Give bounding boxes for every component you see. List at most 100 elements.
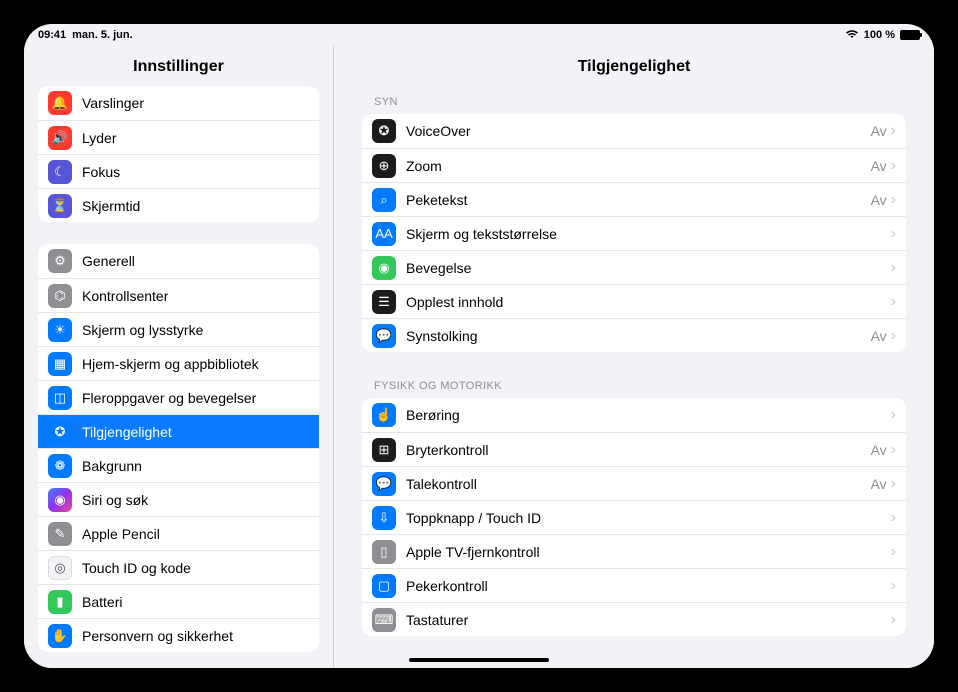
sidebar-item-label: Hjem-skjerm og appbibliotek xyxy=(82,356,259,372)
chevron-right-icon: › xyxy=(891,442,896,458)
detail-row-label: Apple TV-fjernkontroll xyxy=(406,544,540,560)
peketekst-icon: ⌕ xyxy=(372,188,396,212)
synstolking-icon: 💬 xyxy=(372,324,396,348)
sidebar-item-label: Fokus xyxy=(82,164,120,180)
sidebar-item-lyder[interactable]: 🔊Lyder xyxy=(38,120,319,154)
status-bar: 09:41 man. 5. jun. 100 % xyxy=(24,24,934,46)
sidebar-item-bakgrunn[interactable]: ❁ Bakgrunn xyxy=(38,448,319,482)
chevron-right-icon: › xyxy=(891,226,896,242)
detail-row-pekerkontroll[interactable]: ▢Pekerkontroll› xyxy=(362,568,906,602)
detail-row-status: Av xyxy=(871,192,887,208)
voiceover-icon: ✪ xyxy=(372,119,396,143)
detail-row-label: Synstolking xyxy=(406,328,478,344)
detail-row-status: Av xyxy=(871,442,887,458)
chevron-right-icon: › xyxy=(891,123,896,139)
sidebar-item-label: Tilgjengelighet xyxy=(82,424,172,440)
detail-row-opplest-innhold[interactable]: ☰ Opplest innhold › xyxy=(362,284,906,318)
sidebar-item-fokus[interactable]: ☾Fokus xyxy=(38,154,319,188)
sidebar-item-kontrollsenter[interactable]: ⌬Kontrollsenter xyxy=(38,278,319,312)
chevron-right-icon: › xyxy=(891,612,896,628)
sidebar-item-touch-id-og-kode[interactable]: ◎Touch ID og kode xyxy=(38,550,319,584)
sidebar-item-personvern-og-sikkerhet[interactable]: ✋Personvern og sikkerhet xyxy=(38,618,319,652)
detail-row-status: Av xyxy=(871,476,887,492)
sidebar-item-batteri[interactable]: ▮Batteri xyxy=(38,584,319,618)
bakgrunn-icon: ❁ xyxy=(48,454,72,478)
siri-og-s-k-icon: ◉ xyxy=(48,488,72,512)
detail-row-apple-tv-fjernkontroll[interactable]: ▯ Apple TV-fjernkontroll › xyxy=(362,534,906,568)
home-indicator[interactable] xyxy=(409,658,549,662)
chevron-right-icon: › xyxy=(891,544,896,560)
sidebar-item-label: Apple Pencil xyxy=(82,526,160,542)
wifi-icon xyxy=(845,29,859,42)
apple-pencil-icon: ✎ xyxy=(48,522,72,546)
section-header-fysikk-og-motorikk: FYSIKK OG MOTORIKK xyxy=(362,374,906,398)
statusbar-date: man. 5. jun. xyxy=(72,29,133,41)
detail-row-status: Av xyxy=(871,123,887,139)
detail-row-label: Talekontroll xyxy=(406,476,477,492)
fleroppgaver-og-bevegelser-icon: ◫ xyxy=(48,386,72,410)
detail-row-label: Zoom xyxy=(406,158,442,174)
sidebar-item-label: Skjerm og lysstyrke xyxy=(82,322,203,338)
toppknapp-touch-id-icon: ⇩ xyxy=(372,506,396,530)
sidebar-item-label: Batteri xyxy=(82,594,122,610)
tastaturer-icon: ⌨ xyxy=(372,608,396,632)
chevron-right-icon: › xyxy=(891,328,896,344)
sidebar-item-label: Kontrollsenter xyxy=(82,288,168,304)
sidebar-item-label: Varslinger xyxy=(82,95,144,111)
skjerm-og-lysstyrke-icon: ☀ xyxy=(48,318,72,342)
skjerm-og-tekstst-rrelse-icon: AA xyxy=(372,222,396,246)
detail-row-zoom[interactable]: ⊕ZoomAv› xyxy=(362,148,906,182)
sidebar-item-generell[interactable]: ⚙Generell xyxy=(38,244,319,278)
detail-row-synstolking[interactable]: 💬 Synstolking Av› xyxy=(362,318,906,352)
detail-row-status: Av xyxy=(871,158,887,174)
opplest-innhold-icon: ☰ xyxy=(372,290,396,314)
sidebar-item-skjermtid[interactable]: ⏳Skjermtid xyxy=(38,188,319,222)
hjem-skjerm-og-appbibliotek-icon: ▦ xyxy=(48,352,72,376)
detail-row-label: Pekerkontroll xyxy=(406,578,488,594)
chevron-right-icon: › xyxy=(891,294,896,310)
detail-scroll[interactable]: SYN✪VoiceOverAv›⊕ZoomAv›⌕PeketekstAv›AAS… xyxy=(334,90,934,668)
sidebar-item-hjem-skjerm-og-appbibliotek[interactable]: ▦ Hjem-skjerm og appbibliotek xyxy=(38,346,319,380)
detail-row-ber-ring[interactable]: ☝Berøring› xyxy=(362,398,906,432)
detail-row-bevegelse[interactable]: ◉Bevegelse› xyxy=(362,250,906,284)
detail-row-label: Tastaturer xyxy=(406,612,468,628)
sidebar-item-fleroppgaver-og-bevegelser[interactable]: ◫Fleroppgaver og bevegelser xyxy=(38,380,319,414)
detail-row-toppknapp-touch-id[interactable]: ⇩Toppknapp / Touch ID› xyxy=(362,500,906,534)
sidebar-item-label: Generell xyxy=(82,253,135,269)
detail-row-bryterkontroll[interactable]: ⊞BryterkontrollAv› xyxy=(362,432,906,466)
apple-tv-fjernkontroll-icon: ▯ xyxy=(372,540,396,564)
chevron-right-icon: › xyxy=(891,158,896,174)
sidebar-group-2: ⚙Generell⌬Kontrollsenter ☀ Skjerm og lysst… xyxy=(38,244,319,652)
detail-row-voiceover[interactable]: ✪VoiceOverAv› xyxy=(362,114,906,148)
sidebar-item-label: Skjermtid xyxy=(82,198,140,214)
sidebar-item-apple-pencil[interactable]: ✎ Apple Pencil xyxy=(38,516,319,550)
sidebar-item-tilgjengelighet[interactable]: ✪Tilgjengelighet xyxy=(38,414,319,448)
detail-row-status: Av xyxy=(871,328,887,344)
lyder-icon: 🔊 xyxy=(48,126,72,150)
talekontroll-icon: 💬 xyxy=(372,472,396,496)
sidebar-item-label: Siri og søk xyxy=(82,492,148,508)
detail-title: Tilgjengelighet xyxy=(334,46,934,90)
varslinger-icon: 🔔 xyxy=(48,91,72,115)
sidebar-item-skjerm-og-lysstyrke[interactable]: ☀ Skjerm og lysstyrke xyxy=(38,312,319,346)
bevegelse-icon: ◉ xyxy=(372,256,396,280)
sidebar-item-label: Bakgrunn xyxy=(82,458,142,474)
detail-row-label: Opplest innhold xyxy=(406,294,503,310)
section-body-syn: ✪VoiceOverAv›⊕ZoomAv›⌕PeketekstAv›AASkje… xyxy=(362,114,906,352)
personvern-og-sikkerhet-icon: ✋ xyxy=(48,624,72,648)
sidebar-item-label: Touch ID og kode xyxy=(82,560,191,576)
detail-row-label: Bryterkontroll xyxy=(406,442,488,458)
sidebar-scroll[interactable]: 🔔 Varslinger 🔊Lyder☾Fokus⏳Skjermtid ⚙Gener… xyxy=(24,86,333,668)
sidebar-item-siri-og-s-k[interactable]: ◉ Siri og søk xyxy=(38,482,319,516)
detail-row-skjerm-og-tekstst-rrelse[interactable]: AA Skjerm og tekststørrelse › xyxy=(362,216,906,250)
sidebar-item-varslinger[interactable]: 🔔 Varslinger xyxy=(38,86,319,120)
detail-row-label: Berøring xyxy=(406,407,460,423)
chevron-right-icon: › xyxy=(891,192,896,208)
detail-row-tastaturer[interactable]: ⌨ Tastaturer › xyxy=(362,602,906,636)
section-body-fysikk-og-motorikk: ☝Berøring›⊞BryterkontrollAv›💬Talekontrol… xyxy=(362,398,906,636)
detail-row-peketekst[interactable]: ⌕PeketekstAv› xyxy=(362,182,906,216)
detail-row-label: Skjerm og tekststørrelse xyxy=(406,226,557,242)
chevron-right-icon: › xyxy=(891,578,896,594)
battery-icon xyxy=(900,30,920,40)
detail-row-talekontroll[interactable]: 💬TalekontrollAv› xyxy=(362,466,906,500)
